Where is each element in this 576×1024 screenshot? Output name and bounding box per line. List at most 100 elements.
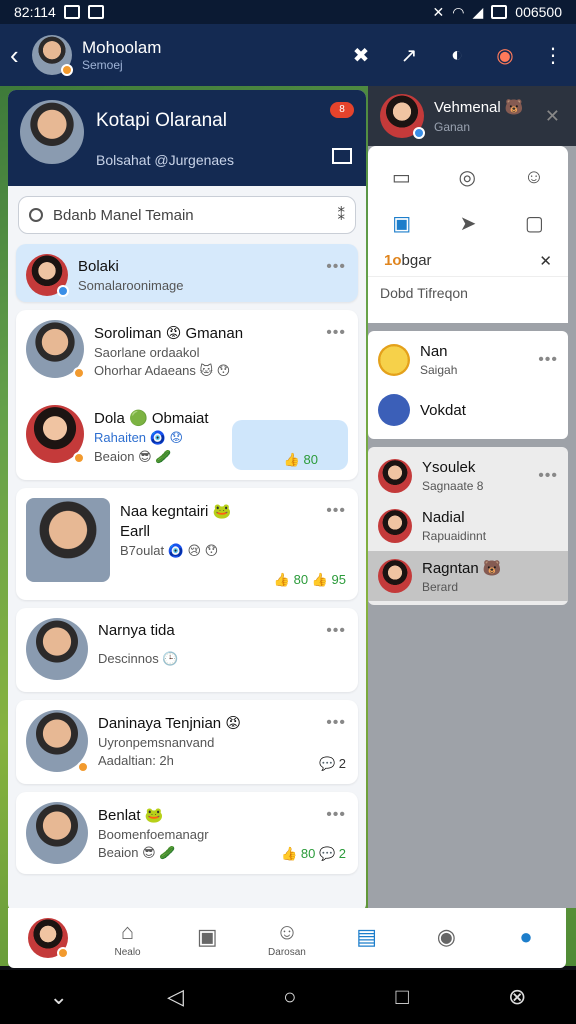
item-name: Vokdat (420, 401, 466, 419)
card-icon[interactable]: ▣ (392, 211, 411, 236)
notification-badge: 8 (330, 102, 354, 118)
tool-row-2: ▣ ➤ ▢ (368, 200, 568, 246)
more-icon[interactable]: ••• (326, 502, 346, 520)
profile-name: Kotapi Olaranal (96, 110, 227, 131)
nav-explore[interactable]: ◉ (411, 924, 481, 952)
avatar (26, 320, 85, 379)
more-icon[interactable]: ⋮ (540, 43, 566, 68)
more-icon[interactable]: ••• (326, 622, 346, 640)
item-sub: Berard (422, 579, 459, 594)
list-item[interactable]: Ragntan 🐻 Berard (368, 551, 568, 601)
avatar[interactable] (380, 94, 425, 139)
search-input[interactable]: Bdanb Manel Temain (53, 207, 338, 224)
profile-avatar[interactable] (20, 100, 84, 164)
more-icon[interactable]: ••• (538, 351, 558, 369)
more-icon[interactable]: ••• (326, 324, 346, 342)
more-icon[interactable]: ••• (326, 714, 346, 732)
chat-subtitle: Semoej (82, 58, 123, 72)
app-icon (378, 394, 410, 426)
bottom-nav: ⌂ Nealo ▣ ☺ Darosan ▤ ◉ ● (8, 908, 566, 968)
assistant-icon[interactable]: ⊗ (508, 984, 526, 1010)
nav-me[interactable]: ● (491, 924, 561, 952)
close-icon[interactable]: ✕ (545, 106, 560, 127)
tool-subtitle: Dobd Tifreqon (368, 276, 568, 315)
status-badge (73, 452, 85, 464)
app-bar: ‹ Mohoolam Semoej ✖ ↗ ◐ ◉ ⋮ (0, 24, 576, 86)
chat-name: Benlat 🐸 (98, 807, 164, 824)
gesture-icon[interactable]: ⌄ (50, 984, 68, 1010)
side-header: Vehmenal 🐻 Ganan ✕ (368, 86, 576, 146)
target-icon[interactable]: ◎ (459, 165, 476, 190)
chat-item[interactable]: Soroliman 😡 Gmanan Saorlane ordaakol Oho… (16, 310, 358, 480)
mail-icon[interactable] (332, 148, 352, 164)
compass-icon[interactable]: ◐ (444, 44, 470, 67)
recents-icon[interactable]: □ (396, 984, 409, 1010)
search-bar[interactable]: Bdanb Manel Temain ⁑ (18, 196, 356, 234)
item-name: Nadial (422, 509, 465, 526)
chat-name: Naa kegntairi 🐸 (120, 503, 232, 520)
more-icon[interactable]: ••• (538, 467, 558, 485)
system-nav: ⌄ ◁ ○ □ ⊗ (0, 970, 576, 1024)
chat-item[interactable]: Naa kegntairi 🐸 Earll B7oulat 🧿 😢 😯 ••• … (16, 488, 358, 600)
nav-profile[interactable] (13, 918, 83, 959)
eye-icon: ◉ (436, 924, 456, 949)
send-icon[interactable]: ➤ (460, 211, 477, 236)
emoji-avatar (378, 344, 410, 376)
nav-post[interactable]: ▣ (172, 924, 242, 952)
mail-icon (63, 5, 80, 19)
tool-menu: ▭ ◎ ☺ ▣ ➤ ▢ 1obgar ✕ Dobd Tifreqon (368, 146, 568, 323)
side-subtitle: Ganan (434, 120, 471, 134)
close-icon[interactable]: ✕ (539, 252, 552, 270)
back-icon[interactable]: ‹ (10, 40, 26, 71)
list-item[interactable]: Nan Saigah ••• (368, 335, 568, 385)
inbox-icon[interactable]: ▢ (525, 211, 544, 236)
avatar (26, 618, 88, 680)
home-nav-icon[interactable]: ○ (283, 984, 296, 1010)
chat-item[interactable]: Bolaki Somalaroonimage ••• (16, 244, 358, 302)
video-off-icon[interactable]: ✖ (348, 43, 374, 68)
list-item[interactable]: Nadial Rapuaidinnt (368, 501, 568, 551)
nav-account[interactable]: ☺ Darosan (252, 919, 322, 958)
avatar (26, 802, 88, 864)
status-badge (73, 367, 85, 379)
mute-icon: ✕ (432, 3, 445, 20)
reaction-count: 👍 80 (283, 452, 318, 467)
more-icon[interactable]: ••• (326, 806, 346, 824)
chat-preview: Uyronpemsnanvand (98, 735, 215, 750)
reaction-count: 👍 80 👍 95 (273, 572, 346, 587)
avatar (26, 254, 69, 297)
status-badge (77, 761, 89, 773)
profile-header: Kotapi Olaranal Bolsahat @Jurgenaes 8 (8, 90, 366, 186)
side-name: Vehmenal 🐻 (434, 99, 524, 116)
chat-preview-2: Aadaltian: 2h (98, 753, 174, 768)
chat-item[interactable]: Narnya tida Descinnos 🕒 ••• (16, 608, 358, 692)
status-badge (413, 127, 425, 139)
back-nav-icon[interactable]: ◁ (167, 984, 184, 1010)
search-icon (29, 208, 43, 222)
filter-icon[interactable]: ⁑ (338, 206, 346, 224)
list-item[interactable]: Vokdat (368, 385, 568, 435)
chat-preview: Boomenfoemanagr (98, 827, 209, 842)
window-icon[interactable]: ▭ (392, 165, 411, 190)
list-item[interactable]: Ysoulek Sagnaate 8 ••• (368, 451, 568, 501)
nav-home-label: Nealo (114, 946, 141, 958)
profile-handle: Bolsahat @Jurgenaes (96, 152, 234, 168)
chat-item[interactable]: Benlat 🐸 Boomenfoemanagr Beaion 😎 🥒 ••• … (16, 792, 358, 874)
avatar (378, 509, 412, 543)
avatar (26, 405, 85, 464)
more-icon[interactable]: ••• (326, 258, 346, 276)
photo-icon (87, 5, 104, 19)
avatar (378, 559, 412, 593)
nav-cards[interactable]: ▤ (332, 924, 402, 952)
avatar (26, 710, 89, 773)
chat-item[interactable]: Daninaya Tenjnian 😡 Uyronpemsnanvand Aad… (16, 700, 358, 784)
battery-icon (491, 5, 508, 19)
person-icon[interactable]: ☺ (524, 166, 544, 189)
avatar[interactable] (32, 35, 73, 76)
notification-icon[interactable]: ◉ (492, 43, 518, 68)
chat-list-panel: Kotapi Olaranal Bolsahat @Jurgenaes 8 Bd… (8, 90, 366, 912)
nav-home[interactable]: ⌂ Nealo (93, 919, 163, 958)
forward-icon[interactable]: ↗ (396, 43, 422, 68)
chat-preview: Descinnos 🕒 (98, 651, 179, 666)
tool-title: 1obgar (384, 252, 432, 269)
